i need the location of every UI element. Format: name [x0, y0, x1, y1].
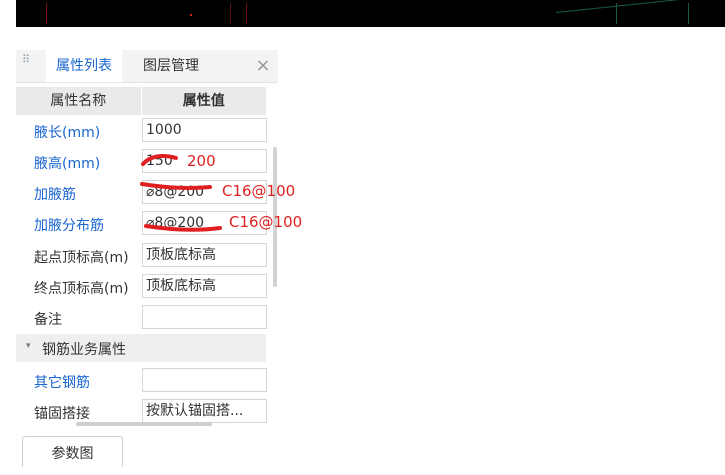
row-label: 备注: [34, 312, 62, 328]
table-row: 起点顶标高(m) 顶板底标高: [16, 240, 267, 271]
canvas-line: [46, 3, 47, 24]
red-scribble-mark: [140, 182, 212, 190]
drag-handle-icon[interactable]: ⠿: [22, 54, 32, 75]
row-label: 起点顶标高(m): [34, 250, 129, 266]
canvas-point: [190, 14, 192, 16]
table-row: 终点顶标高(m) 顶板底标高: [16, 271, 267, 302]
table-row: 其它钢筋: [16, 365, 267, 396]
annotation-text: 200: [187, 152, 216, 170]
horizontal-scrollbar[interactable]: [76, 422, 212, 426]
canvas-line: [555, 0, 716, 13]
cad-canvas-strip[interactable]: [16, 0, 725, 27]
row-label[interactable]: 腋长(mm): [34, 122, 100, 142]
row-label[interactable]: 腋高(mm): [34, 153, 100, 173]
annotation-text: C16@100: [229, 213, 303, 231]
group-label: 钢筋业务属性: [42, 342, 126, 358]
row-value-field[interactable]: 按默认锚固搭...: [142, 399, 267, 423]
row-value-field[interactable]: 顶板底标高: [142, 243, 267, 267]
row-label[interactable]: 其它钢筋: [34, 372, 90, 392]
header-attribute-name: 属性名称: [16, 87, 142, 115]
row-value-field[interactable]: [142, 368, 267, 392]
annotation-text: C16@100: [222, 182, 296, 200]
header-attribute-value: 属性值: [182, 93, 225, 109]
table-header: 属性名称 属性值: [16, 87, 266, 115]
row-label: 锚固搭接: [34, 406, 90, 422]
collapse-caret-icon[interactable]: ▾: [26, 341, 31, 351]
tab-parameter-diagram[interactable]: 参数图: [22, 436, 123, 467]
red-scribble-mark: [144, 224, 222, 232]
canvas-line: [616, 3, 617, 24]
table-row: 腋长(mm) 1000: [16, 115, 267, 146]
property-panel: ⠿ 属性列表 图层管理 × 属性名称 属性值 腋长(mm) 1000 腋高(mm…: [16, 50, 278, 475]
row-value-field[interactable]: 顶板底标高: [142, 274, 267, 298]
tab-property-list[interactable]: 属性列表: [46, 50, 122, 82]
row-value-field[interactable]: [142, 305, 267, 329]
row-label[interactable]: 加腋筋: [34, 184, 76, 204]
group-header-rebar[interactable]: ▾ 钢筋业务属性: [16, 334, 266, 362]
canvas-line: [246, 3, 247, 24]
canvas-line: [688, 3, 689, 24]
red-scribble-mark: [141, 154, 178, 166]
table-row: 备注: [16, 302, 267, 333]
tab-layer-management[interactable]: 图层管理: [133, 50, 209, 82]
panel-tab-bar: ⠿ 属性列表 图层管理 ×: [16, 50, 278, 83]
canvas-line: [230, 3, 231, 24]
close-icon[interactable]: ×: [252, 50, 274, 82]
row-label[interactable]: 加腋分布筋: [34, 215, 104, 235]
row-value-field[interactable]: 1000: [142, 118, 267, 142]
row-label: 终点顶标高(m): [34, 281, 129, 297]
